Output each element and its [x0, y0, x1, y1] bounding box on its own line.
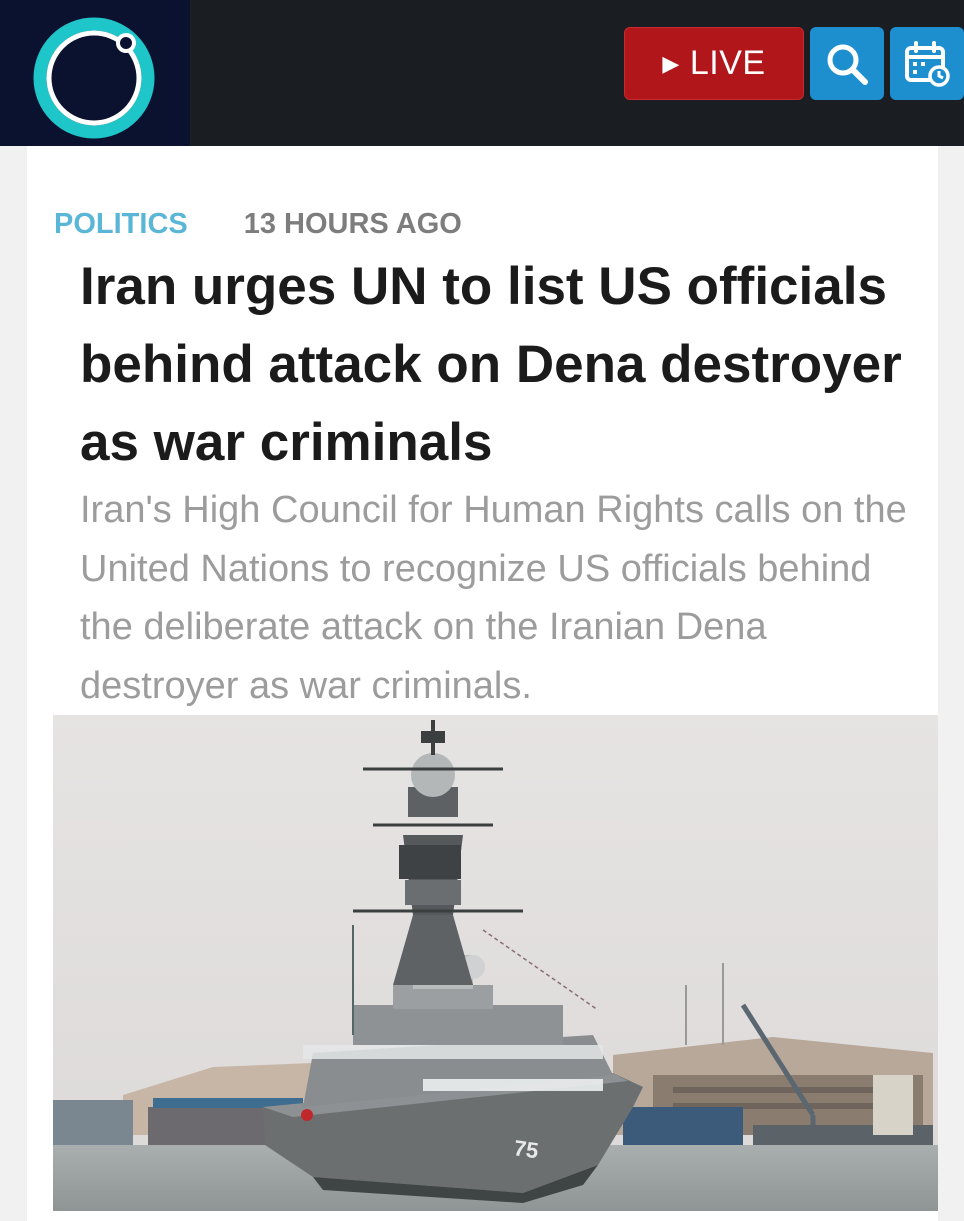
timestamp: 13 HOURS AGO [243, 208, 462, 240]
calendar-icon [905, 40, 950, 87]
live-button[interactable]: ▶ LIVE [624, 27, 804, 100]
play-icon: ▶ [662, 50, 680, 76]
search-icon [827, 44, 868, 85]
article-card: POLITICS 13 HOURS AGO Iran urges UN to l… [27, 146, 938, 1221]
search-button[interactable] [810, 27, 884, 100]
hull-number: 75 [512, 1135, 540, 1163]
article-meta: POLITICS 13 HOURS AGO [54, 208, 462, 241]
category-link[interactable]: POLITICS [54, 208, 188, 241]
logo-icon [33, 17, 155, 139]
article-headline[interactable]: Iran urges UN to list US officials behin… [80, 248, 940, 482]
schedule-button[interactable] [890, 27, 964, 100]
article-summary: Iran's High Council for Human Rights cal… [80, 489, 907, 707]
article-image[interactable]: 75 [53, 715, 938, 1211]
top-bar: ▶ LIVE [0, 0, 964, 146]
live-label: LIVE [689, 44, 766, 82]
site-logo[interactable] [0, 0, 190, 146]
